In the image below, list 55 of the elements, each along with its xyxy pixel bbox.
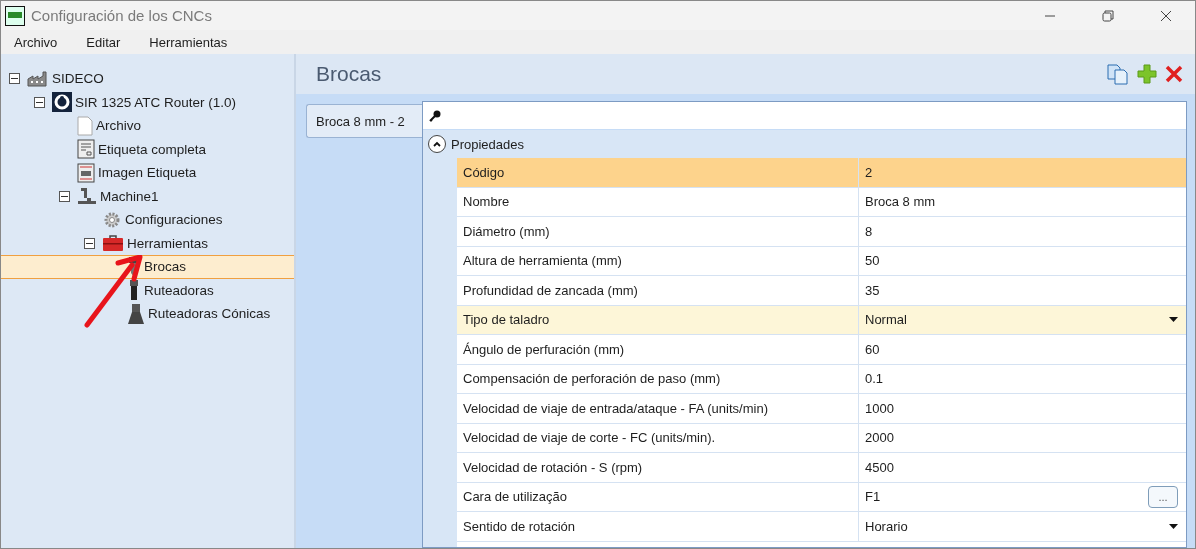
tree-item[interactable]: Herramientas xyxy=(1,231,294,255)
collapse-icon[interactable] xyxy=(84,237,95,249)
router-bit-icon xyxy=(127,279,141,302)
factory-icon xyxy=(27,70,49,87)
tab[interactable]: Broca 8 mm - 2 xyxy=(306,104,422,138)
property-name[interactable]: Altura de herramienta (mm) xyxy=(457,246,859,276)
property-name[interactable]: Nombre xyxy=(457,187,859,217)
tree-item[interactable]: Etiqueta completa xyxy=(1,137,294,161)
category-label: Propiedades xyxy=(451,136,524,152)
property-value[interactable]: Normal xyxy=(859,305,1186,335)
property-name[interactable]: Cara de utilização xyxy=(457,482,859,512)
label-icon xyxy=(77,139,95,160)
property-name[interactable]: Diámetro (mm) xyxy=(457,217,859,247)
tree-item[interactable]: SIR 1325 ATC Router (1.0) xyxy=(1,90,294,114)
property-name[interactable]: Profundidad de zancada (mm) xyxy=(457,276,859,306)
tree-item[interactable]: Archivo xyxy=(1,114,294,138)
tree-item[interactable]: Machine1 xyxy=(1,184,294,208)
collapse-icon[interactable] xyxy=(428,135,446,153)
document-icon xyxy=(77,115,93,136)
tree-item[interactable]: Ruteadoras Cónicas xyxy=(1,302,294,326)
restore-icon[interactable] xyxy=(1102,9,1114,22)
tree-item[interactable]: Ruteadoras xyxy=(1,278,294,302)
menu-item[interactable]: Archivo xyxy=(7,32,66,52)
collapse-icon[interactable] xyxy=(9,73,20,85)
property-name[interactable]: Código xyxy=(457,158,859,188)
circle-logo-icon xyxy=(52,92,72,113)
copy-icon[interactable] xyxy=(1107,63,1129,85)
property-name[interactable]: Tipo de taladro xyxy=(457,305,859,335)
search-key-icon xyxy=(429,109,441,122)
property-name[interactable]: Compensación de perforación de paso (mm) xyxy=(457,364,859,394)
collapse-icon[interactable] xyxy=(34,96,45,108)
dropdown-arrow-icon[interactable] xyxy=(1169,317,1178,323)
window-title: Configuración de los CNCs xyxy=(31,7,212,24)
machine-icon xyxy=(77,186,97,207)
image-label-icon xyxy=(77,162,95,183)
delete-icon[interactable] xyxy=(1165,65,1183,83)
property-name[interactable]: Ángulo de perfuración (mm) xyxy=(457,335,859,365)
menu-item[interactable]: Editar xyxy=(79,32,129,52)
conical-bit-icon xyxy=(127,302,145,325)
property-name[interactable]: Velocidad de viaje de entrada/ataque - FA (units/min) xyxy=(457,394,859,424)
property-value[interactable]: 2 xyxy=(859,158,1186,188)
menu-item[interactable]: Herramientas xyxy=(142,32,236,52)
dropdown-arrow-icon[interactable] xyxy=(1169,523,1178,529)
ellipsis-button[interactable]: ... xyxy=(1148,485,1178,508)
property-name[interactable]: Velocidad de rotación - S (rpm) xyxy=(457,453,859,483)
panel-title: Brocas xyxy=(316,62,382,86)
cnc-logo-icon xyxy=(5,5,25,26)
close-icon[interactable] xyxy=(1160,9,1172,22)
tree-item[interactable]: Imagen Etiqueta xyxy=(1,161,294,185)
property-name[interactable]: Sentido de rotación xyxy=(457,512,859,542)
collapse-icon[interactable] xyxy=(59,190,70,202)
tree-item[interactable]: Configuraciones xyxy=(1,208,294,232)
tree-item[interactable]: SIDECO xyxy=(1,67,294,91)
property-name[interactable]: Velocidad de viaje de corte - FC (units/min). xyxy=(457,423,859,453)
toolbox-icon xyxy=(102,234,124,253)
